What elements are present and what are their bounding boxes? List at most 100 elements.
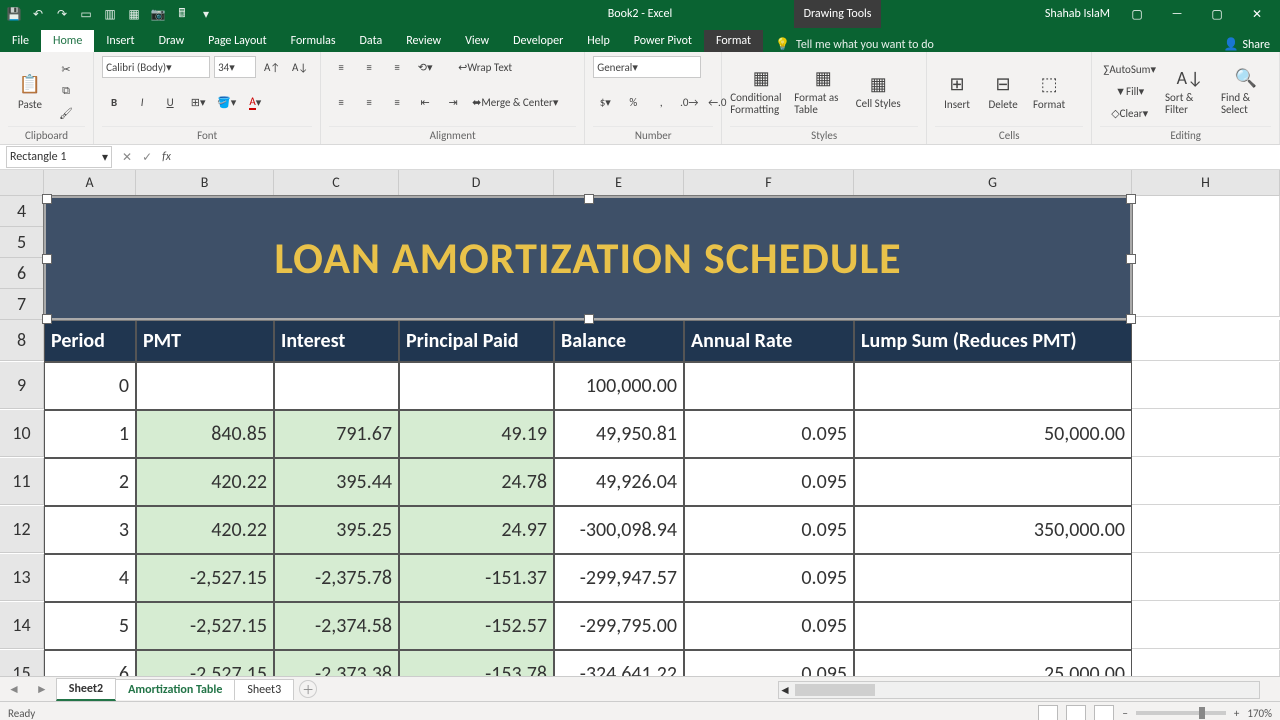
table-cell[interactable]: 49,950.81 xyxy=(554,410,684,458)
conditional-formatting-button[interactable]: ▦Conditional Formatting xyxy=(730,56,792,126)
tab-format[interactable]: Format xyxy=(704,30,763,52)
sheet-nav-next-icon[interactable]: ► xyxy=(28,682,56,697)
table-cell[interactable] xyxy=(854,602,1132,650)
percent-icon[interactable]: % xyxy=(621,92,645,112)
tab-home[interactable]: Home xyxy=(41,30,94,52)
sheet-tab[interactable]: Sheet2 xyxy=(56,678,116,701)
column-header[interactable]: G xyxy=(854,170,1132,196)
clear-button[interactable]: ◇ Clear ▾ xyxy=(1100,103,1159,123)
insert-cells-button[interactable]: ⊞Insert xyxy=(935,56,979,126)
tab-draw[interactable]: Draw xyxy=(147,30,197,52)
wrap-text-button[interactable]: ↩ Wrap Text xyxy=(455,57,515,77)
table-cell[interactable] xyxy=(274,362,399,410)
increase-indent-icon[interactable]: ⇥ xyxy=(441,92,465,112)
table-cell[interactable]: 4 xyxy=(44,554,136,602)
table-cell[interactable] xyxy=(854,554,1132,602)
column-header[interactable]: C xyxy=(274,170,399,196)
tab-file[interactable]: File xyxy=(0,30,41,52)
table-cell[interactable]: 0.095 xyxy=(684,650,854,676)
table-cell[interactable]: 791.67 xyxy=(274,410,399,458)
table-header[interactable]: Principal Paid xyxy=(399,320,554,362)
row-header[interactable]: 7 xyxy=(0,289,44,320)
table-cell[interactable] xyxy=(854,458,1132,506)
paste-button[interactable]: 📋Paste xyxy=(8,56,52,126)
increase-font-icon[interactable]: A↑ xyxy=(260,57,284,77)
table-cell[interactable]: 2 xyxy=(44,458,136,506)
qat-icon[interactable]: ▥ xyxy=(102,6,118,22)
page-layout-view-icon[interactable] xyxy=(1066,705,1086,720)
comma-icon[interactable]: , xyxy=(649,92,673,112)
table-cell[interactable]: 420.22 xyxy=(136,506,274,554)
table-cell[interactable]: 0.095 xyxy=(684,602,854,650)
table-cell[interactable]: 49,926.04 xyxy=(554,458,684,506)
column-header[interactable]: D xyxy=(399,170,554,196)
format-as-table-button[interactable]: ▦Format as Table xyxy=(794,56,852,126)
table-cell[interactable]: -2,374.58 xyxy=(274,602,399,650)
align-middle-icon[interactable]: ≡ xyxy=(357,57,381,77)
page-break-view-icon[interactable] xyxy=(1094,705,1114,720)
close-icon[interactable]: ✕ xyxy=(1244,7,1270,22)
table-cell[interactable]: 49.19 xyxy=(399,410,554,458)
row-header[interactable]: 15 xyxy=(0,650,44,676)
format-painter-icon[interactable]: 🖌 xyxy=(54,103,78,123)
table-cell[interactable]: -151.37 xyxy=(399,554,554,602)
cell-styles-button[interactable]: ▦Cell Styles xyxy=(854,56,902,126)
table-cell[interactable]: -299,795.00 xyxy=(554,602,684,650)
bold-button[interactable]: B xyxy=(102,92,126,112)
table-cell[interactable]: 0.095 xyxy=(684,458,854,506)
qat-icon[interactable]: 🖩 xyxy=(174,6,190,22)
horizontal-scrollbar[interactable]: ◄ xyxy=(778,681,1260,699)
orientation-icon[interactable]: ⟲▾ xyxy=(413,57,437,77)
row-header[interactable]: 13 xyxy=(0,554,44,601)
tab-review[interactable]: Review xyxy=(394,30,453,52)
currency-icon[interactable]: $▾ xyxy=(593,92,617,112)
zoom-out-icon[interactable]: − xyxy=(1122,707,1127,720)
table-cell[interactable]: -324,641.22 xyxy=(554,650,684,676)
zoom-slider[interactable] xyxy=(1136,711,1226,715)
table-cell[interactable] xyxy=(854,362,1132,410)
row-header[interactable]: 10 xyxy=(0,410,44,457)
fill-button[interactable]: ▼ Fill ▾ xyxy=(1100,81,1159,101)
tab-power-pivot[interactable]: Power Pivot xyxy=(622,30,704,52)
row-header[interactable]: 6 xyxy=(0,258,44,289)
font-name-combo[interactable]: Calibri (Body) ▾ xyxy=(102,56,210,78)
delete-cells-button[interactable]: ⊟Delete xyxy=(981,56,1025,126)
underline-button[interactable]: U xyxy=(158,92,182,112)
undo-icon[interactable]: ↶ xyxy=(30,6,46,22)
table-cell[interactable]: -152.57 xyxy=(399,602,554,650)
align-top-icon[interactable]: ≡ xyxy=(329,57,353,77)
table-cell[interactable]: -2,527.15 xyxy=(136,602,274,650)
qat-dropdown-icon[interactable]: ▾ xyxy=(198,6,214,22)
qat-icon[interactable]: ▦ xyxy=(126,6,142,22)
sheet-tab[interactable]: Amortization Table xyxy=(115,679,235,700)
table-cell[interactable]: -2,373.38 xyxy=(274,650,399,676)
table-header[interactable]: Lump Sum (Reduces PMT) xyxy=(854,320,1132,362)
column-header[interactable]: A xyxy=(44,170,136,196)
table-cell[interactable]: 0.095 xyxy=(684,554,854,602)
cut-icon[interactable]: ✂ xyxy=(54,59,78,79)
align-bottom-icon[interactable]: ≡ xyxy=(385,57,409,77)
table-cell[interactable]: 1 xyxy=(44,410,136,458)
fill-color-icon[interactable]: 🪣▾ xyxy=(214,92,239,112)
tab-page-layout[interactable]: Page Layout xyxy=(196,30,278,52)
tab-formulas[interactable]: Formulas xyxy=(279,30,348,52)
zoom-thumb[interactable] xyxy=(1199,707,1205,719)
chevron-down-icon[interactable]: ▾ xyxy=(102,150,108,165)
cancel-icon[interactable]: ✕ xyxy=(122,150,132,165)
column-header[interactable]: B xyxy=(136,170,274,196)
save-icon[interactable]: 💾 xyxy=(6,6,22,22)
zoom-in-icon[interactable]: + xyxy=(1234,707,1239,720)
row-header[interactable]: 9 xyxy=(0,362,44,409)
table-cell[interactable]: 350,000.00 xyxy=(854,506,1132,554)
table-cell[interactable]: 24.97 xyxy=(399,506,554,554)
table-cell[interactable]: -2,527.15 xyxy=(136,554,274,602)
tab-view[interactable]: View xyxy=(453,30,501,52)
qat-icon[interactable]: ▭ xyxy=(78,6,94,22)
table-cell[interactable] xyxy=(136,362,274,410)
table-cell[interactable]: -153.78 xyxy=(399,650,554,676)
table-header[interactable]: Annual Rate xyxy=(684,320,854,362)
table-cell[interactable]: 0.095 xyxy=(684,506,854,554)
qat-icon[interactable]: 📷 xyxy=(150,6,166,22)
table-cell[interactable]: 50,000.00 xyxy=(854,410,1132,458)
table-cell[interactable]: 840.85 xyxy=(136,410,274,458)
